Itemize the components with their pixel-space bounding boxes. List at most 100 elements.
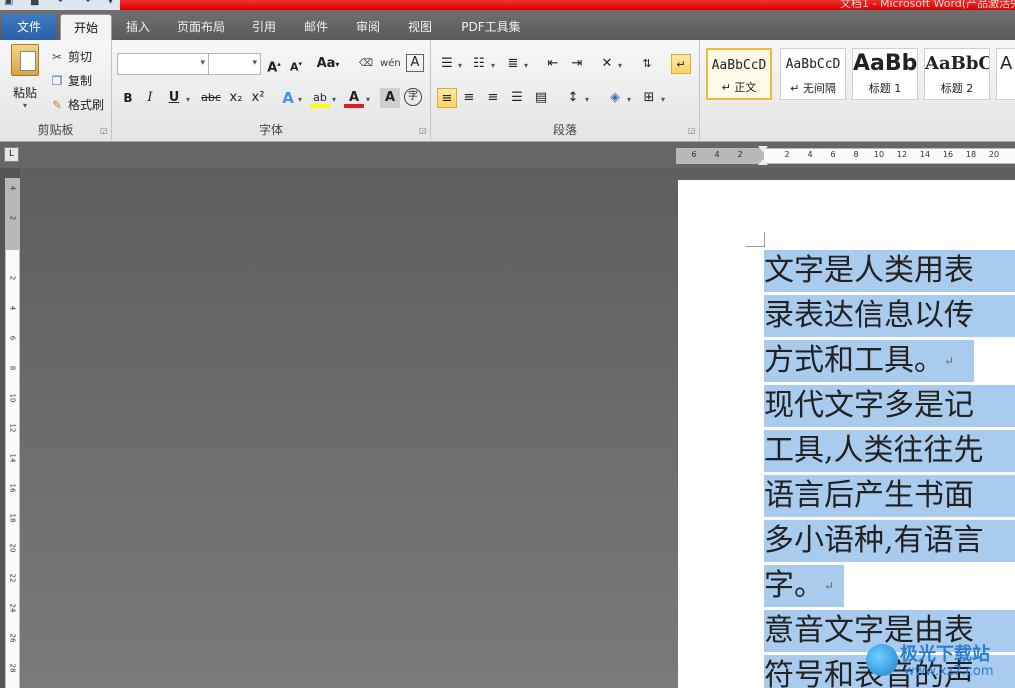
font-launcher-icon[interactable]: ◲: [419, 127, 427, 135]
grow-font-button[interactable]: A▴: [264, 54, 284, 75]
tab-file[interactable]: 文件: [2, 14, 56, 40]
align-left-button[interactable]: ≡: [437, 88, 457, 108]
font-size-combo[interactable]: ▾: [208, 53, 261, 75]
borders-button[interactable]: ⊞: [639, 88, 659, 108]
tab-mailings[interactable]: 邮件: [298, 14, 334, 40]
shading-dropdown-icon[interactable]: ▾: [627, 95, 631, 104]
text-line[interactable]: 字。↵: [764, 565, 1015, 610]
vruler-tick: 10: [8, 393, 17, 403]
style-normal[interactable]: AaBbCcD ↵ 正文: [706, 48, 772, 100]
style-no-spacing[interactable]: AaBbCcD ↵ 无间隔: [780, 48, 846, 100]
superscript-button[interactable]: x²: [248, 88, 268, 108]
tab-home[interactable]: 开始: [60, 14, 112, 41]
text-line[interactable]: 工具,人类往往先: [764, 430, 1015, 475]
multilevel-dropdown-icon[interactable]: ▾: [524, 61, 528, 70]
cut-button[interactable]: ✂ 剪切: [50, 48, 92, 65]
ruler-tick: 2: [784, 150, 790, 159]
vruler-tick: 26: [8, 633, 17, 643]
redo-icon[interactable]: ↷: [82, 0, 90, 7]
phonetic-guide-button[interactable]: wén: [380, 54, 401, 74]
font-color-dropdown-icon[interactable]: ▾: [366, 95, 370, 104]
ruler-tick: 8: [853, 150, 859, 159]
hanging-indent-marker[interactable]: [758, 159, 768, 165]
show-marks-button[interactable]: ↵: [671, 54, 691, 74]
copy-icon: ❐: [51, 73, 63, 88]
bold-button[interactable]: B: [118, 88, 138, 108]
document-body[interactable]: 文字是人类用表 录表达信息以传 方式和工具。↵ 现代文字多是记 工具,人类往往先…: [764, 250, 1015, 688]
ruler-tick: 20: [988, 150, 1000, 159]
decrease-indent-button[interactable]: ⇤: [543, 54, 563, 74]
ruler-tick: 12: [896, 150, 908, 159]
text-line[interactable]: 文字是人类用表: [764, 250, 1015, 295]
style-heading-2[interactable]: AaBbC 标题 2: [924, 48, 990, 100]
tab-review[interactable]: 审阅: [350, 14, 386, 40]
text-line[interactable]: 多小语种,有语言: [764, 520, 1015, 565]
text-line[interactable]: 录表达信息以传: [764, 295, 1015, 340]
bullets-dropdown-icon[interactable]: ▾: [458, 61, 462, 70]
text-line[interactable]: 方式和工具。↵: [764, 340, 1015, 385]
character-border-button[interactable]: A: [406, 54, 424, 72]
line-spacing-button[interactable]: ↕: [563, 88, 583, 108]
tab-view[interactable]: 视图: [402, 14, 438, 40]
tab-page-layout[interactable]: 页面布局: [170, 14, 232, 40]
enclose-characters-button[interactable]: 字: [404, 88, 422, 106]
undo-icon[interactable]: ↶: [58, 0, 66, 7]
first-line-indent-marker[interactable]: [758, 146, 768, 152]
text-line[interactable]: 现代文字多是记: [764, 385, 1015, 430]
style-heading-1[interactable]: AaBb 标题 1: [852, 48, 918, 100]
highlight-dropdown-icon[interactable]: ▾: [332, 95, 336, 104]
vruler-tick: 2: [8, 215, 17, 221]
font-size-dropdown-icon[interactable]: ▾: [252, 58, 257, 68]
paragraph-launcher-icon[interactable]: ◲: [688, 127, 696, 135]
paragraph-mark: ↵: [824, 579, 835, 593]
vruler-tick: 16: [8, 483, 17, 493]
tab-references[interactable]: 引用: [246, 14, 282, 40]
copy-button[interactable]: ❐ 复制: [50, 72, 92, 89]
customize-qat-icon[interactable]: ▾: [108, 0, 113, 7]
font-name-dropdown-icon[interactable]: ▾: [200, 58, 205, 68]
text-line[interactable]: 语言后产生书面: [764, 475, 1015, 520]
text-effects-dropdown-icon[interactable]: ▾: [298, 95, 302, 104]
clipboard-launcher-icon[interactable]: ◲: [100, 127, 108, 135]
line-spacing-dropdown-icon[interactable]: ▾: [585, 95, 589, 104]
strikethrough-button[interactable]: abc: [198, 88, 224, 108]
change-case-button[interactable]: Aa▾: [314, 54, 342, 74]
subscript-button[interactable]: x₂: [226, 88, 246, 108]
tab-insert[interactable]: 插入: [118, 14, 158, 40]
horizontal-ruler[interactable]: L 6 4 2 2 4 6 8 10 12 14 16 18 20: [0, 142, 1015, 168]
text-effects-button[interactable]: A: [278, 88, 298, 108]
align-right-button[interactable]: ≡: [483, 88, 503, 108]
bullets-button[interactable]: ☰: [437, 54, 457, 74]
tab-selector-icon[interactable]: L: [4, 147, 19, 162]
format-painter-button[interactable]: ✎ 格式刷: [50, 96, 104, 113]
numbering-dropdown-icon[interactable]: ▾: [491, 61, 495, 70]
tab-pdf-tools[interactable]: PDF工具集: [454, 14, 528, 40]
vruler-tick: 4: [8, 305, 17, 311]
shading-button[interactable]: ◈: [605, 88, 625, 108]
underline-dropdown-icon[interactable]: ▾: [186, 95, 190, 104]
justify-button[interactable]: ☰: [507, 88, 527, 108]
sort-button[interactable]: ⇅: [637, 54, 657, 74]
save-icon[interactable]: ■: [30, 0, 39, 7]
chinese-layout-dropdown-icon[interactable]: ▾: [618, 61, 622, 70]
ruler-scale[interactable]: 6 4 2 2 4 6 8 10 12 14 16 18 20: [676, 148, 1015, 164]
align-center-button[interactable]: ≡: [459, 88, 479, 108]
increase-indent-button[interactable]: ⇥: [567, 54, 587, 74]
clear-formatting-icon[interactable]: ⌫: [356, 54, 376, 74]
distributed-button[interactable]: ▤: [531, 88, 551, 108]
vertical-ruler[interactable]: 4 2 2 4 6 8 10 12 14 16 18 20 22 24 26 2…: [5, 178, 20, 688]
paste-button[interactable]: 粘贴 ▾: [8, 44, 42, 110]
font-color-button[interactable]: A: [344, 88, 364, 108]
style-title[interactable]: A: [996, 48, 1015, 100]
highlight-button[interactable]: ab: [310, 88, 330, 108]
borders-dropdown-icon[interactable]: ▾: [661, 95, 665, 104]
font-name-combo[interactable]: ▾: [117, 53, 209, 75]
italic-button[interactable]: I: [140, 88, 160, 108]
numbering-button[interactable]: ☷: [469, 54, 489, 74]
chinese-layout-button[interactable]: ✕: [597, 54, 617, 74]
shrink-font-button[interactable]: A▾: [286, 54, 306, 74]
underline-button[interactable]: U: [164, 88, 184, 108]
character-shading-button[interactable]: A: [380, 88, 400, 108]
vruler-tick: 24: [8, 603, 17, 613]
multilevel-list-button[interactable]: ≣: [503, 54, 523, 74]
